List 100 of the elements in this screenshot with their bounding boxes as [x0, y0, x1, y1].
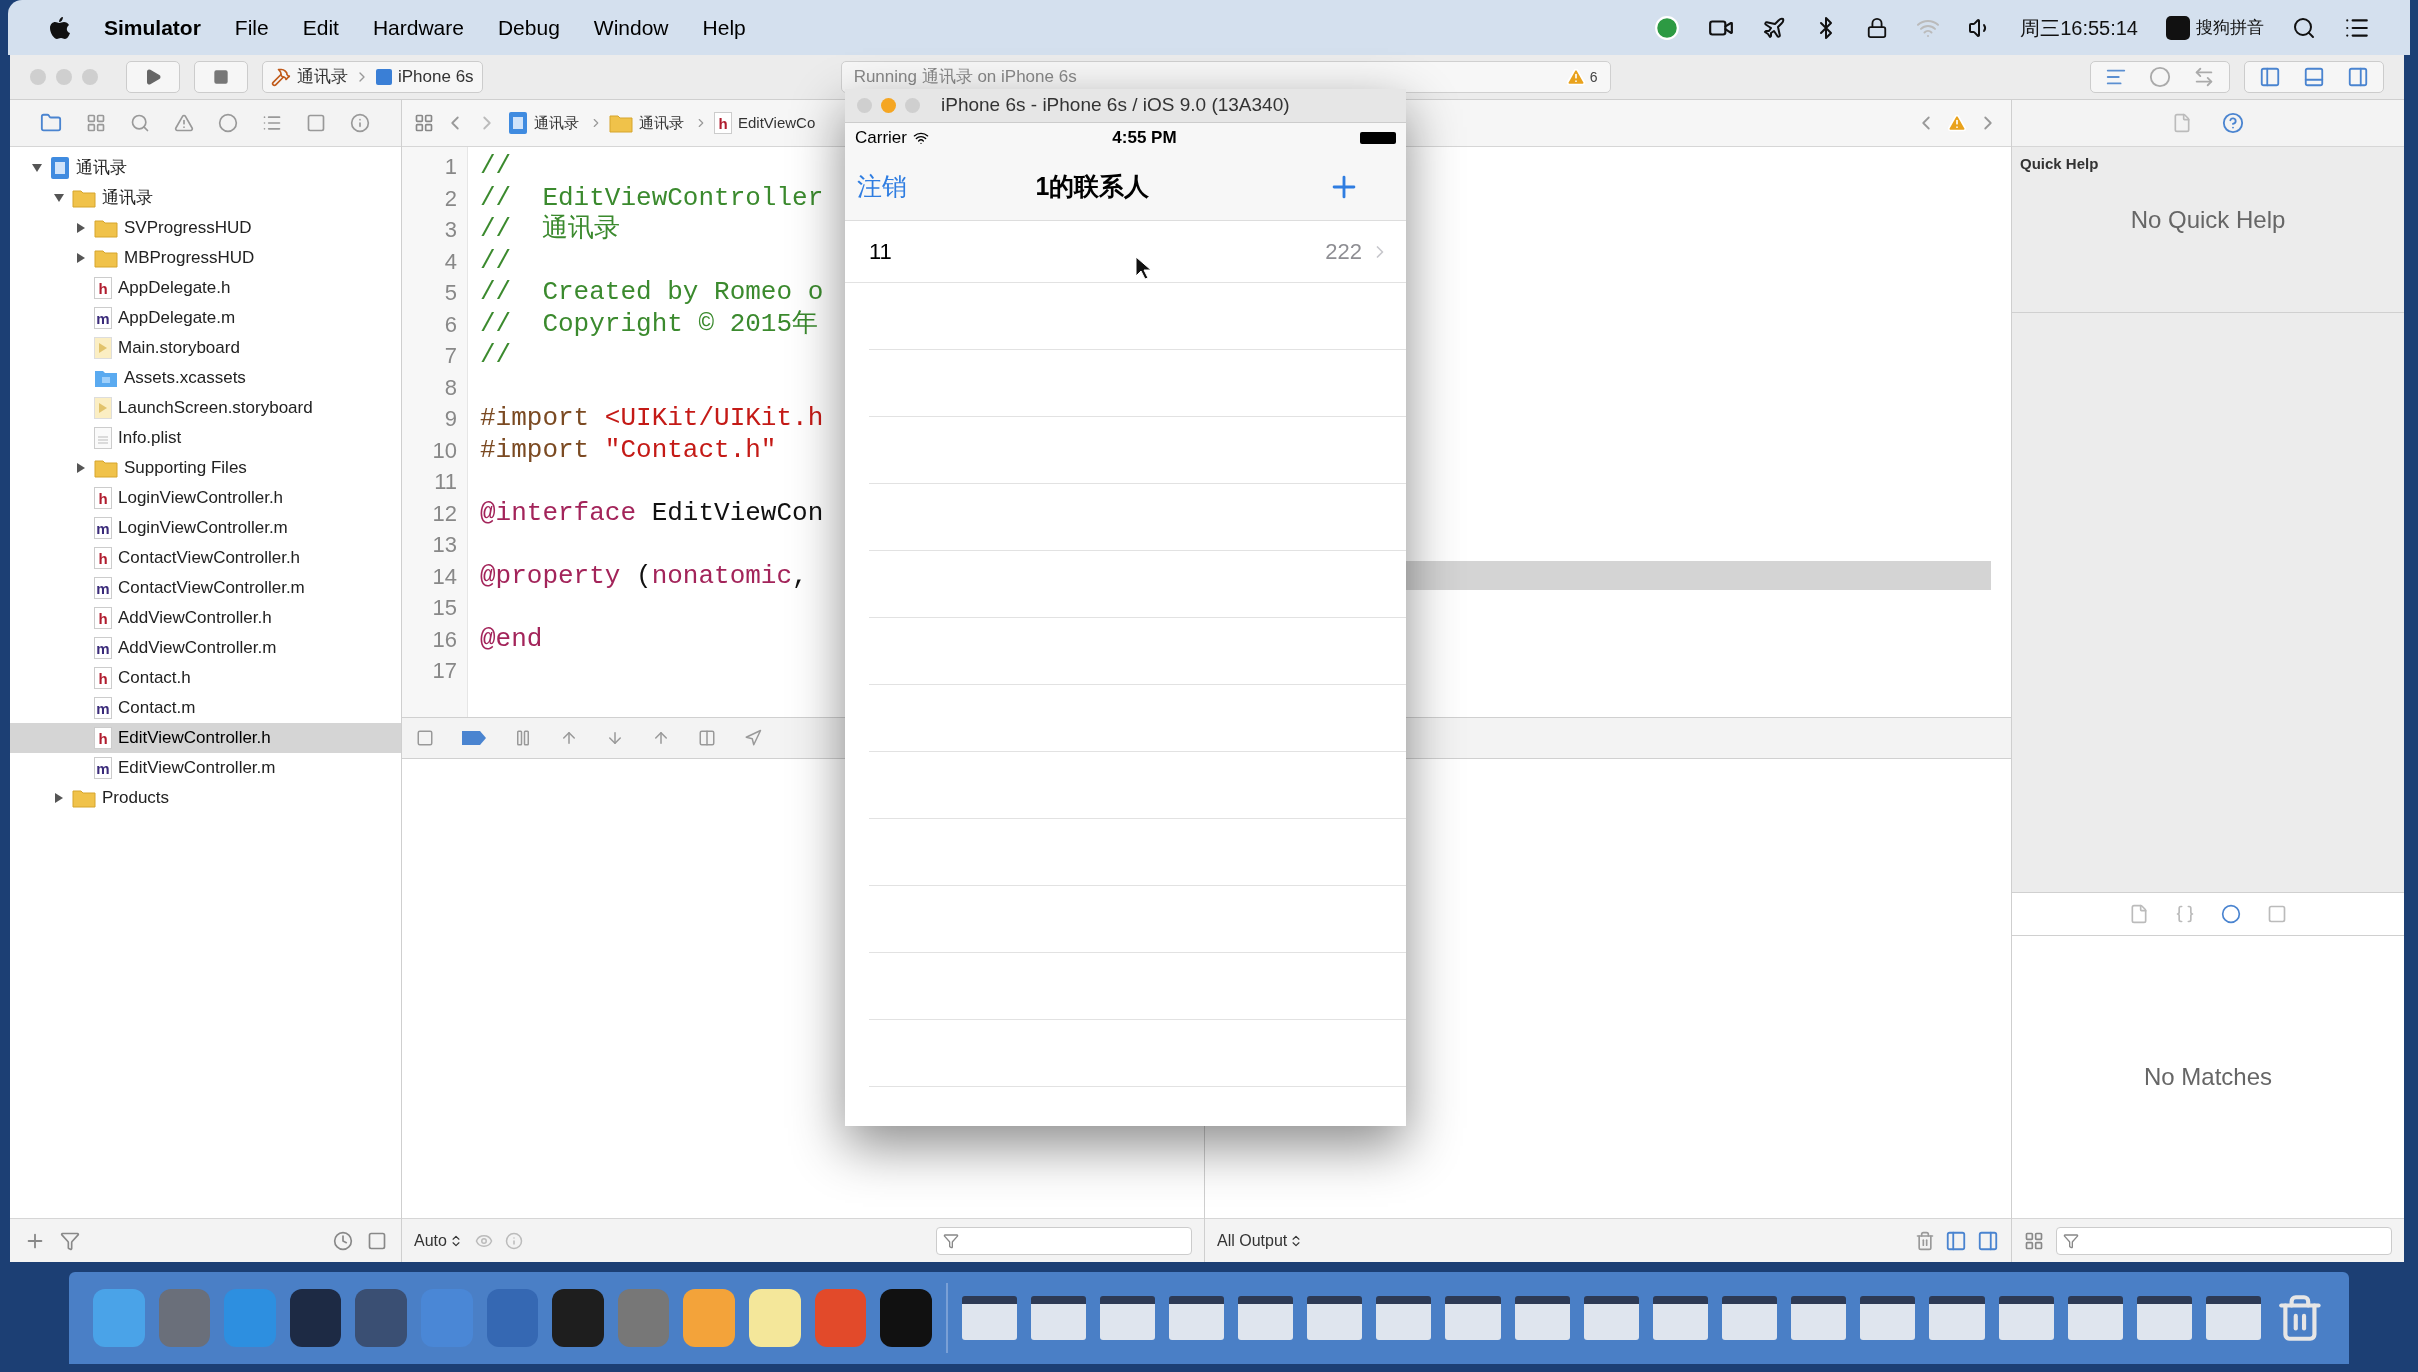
menu-clock[interactable]: 周三16:55:14 [2020, 12, 2138, 43]
window-thumbnail[interactable] [1998, 1296, 2054, 1340]
panel-right-icon[interactable] [1977, 1229, 1999, 1252]
view-debugger-icon[interactable] [698, 729, 716, 747]
navigator-item[interactable]: h ContactViewController.h [10, 543, 401, 573]
app-icon[interactable] [289, 1289, 342, 1347]
panel-left-icon[interactable] [2259, 66, 2281, 88]
navigator-item[interactable]: SVProgressHUD [10, 213, 401, 243]
input-method-icon[interactable] [2166, 15, 2190, 40]
menu-item[interactable]: Help [702, 11, 746, 44]
navigator-item[interactable]: h AddViewController.h [10, 603, 401, 633]
input-method-label[interactable]: 搜狗拼音 [2196, 14, 2264, 41]
apple-logo-icon[interactable] [48, 14, 70, 41]
menu-item[interactable]: Simulator [104, 11, 201, 44]
help-icon[interactable] [2222, 112, 2244, 134]
circle-icon[interactable] [218, 113, 238, 133]
clock-icon[interactable] [333, 1230, 353, 1251]
nav-left-button[interactable]: 注销 [857, 167, 957, 206]
step-into-icon[interactable] [606, 729, 624, 747]
grid-icon[interactable] [414, 113, 434, 133]
window-thumbnail[interactable] [2067, 1296, 2123, 1340]
navigator-item[interactable]: LaunchScreen.storyboard [10, 393, 401, 423]
window-thumbnail[interactable] [1238, 1296, 1294, 1340]
window-thumbnail[interactable] [1445, 1296, 1501, 1340]
navigator-item[interactable]: m Contact.m [10, 693, 401, 723]
disclosure-right-icon[interactable] [53, 792, 65, 804]
lock-icon[interactable] [1866, 16, 1889, 39]
disclosure-right-icon[interactable] [75, 462, 87, 474]
menu-item[interactable]: File [234, 11, 269, 44]
location-icon[interactable] [744, 729, 762, 747]
navigator-item[interactable]: Assets.xcassets [10, 363, 401, 393]
window-thumbnail[interactable] [961, 1296, 1017, 1340]
navigator-item[interactable]: m EditViewController.m [10, 753, 401, 783]
breadcrumb[interactable]: EditViewCo [738, 111, 816, 135]
menu-item[interactable]: Hardware [372, 11, 464, 44]
window-thumbnail[interactable] [1307, 1296, 1363, 1340]
breakpoint-icon[interactable] [462, 731, 486, 745]
grid-icon[interactable] [2024, 1230, 2044, 1251]
stop-button[interactable] [194, 61, 248, 93]
window-thumbnail[interactable] [1514, 1296, 1570, 1340]
window-thumbnail[interactable] [1376, 1296, 1432, 1340]
window-thumbnail[interactable] [1652, 1296, 1709, 1340]
navigator-item[interactable]: h LoginViewController.h [10, 483, 401, 513]
window-thumbnail[interactable] [1722, 1296, 1778, 1340]
device-name[interactable]: iPhone 6s [398, 64, 474, 90]
disclosure-right-icon[interactable] [75, 252, 87, 264]
menu-item[interactable]: Edit [302, 11, 339, 44]
grid-icon[interactable] [86, 113, 106, 133]
app-icon[interactable] [880, 1289, 932, 1347]
breadcrumb[interactable]: 通讯录 [534, 111, 579, 135]
filter-field[interactable] [936, 1226, 1192, 1255]
run-button[interactable] [126, 61, 180, 93]
panel-right-icon[interactable] [2347, 66, 2369, 88]
app-icon[interactable] [552, 1289, 604, 1347]
navigator-item[interactable]: m AppDelegate.m [10, 303, 401, 333]
output-selector[interactable]: All Output [1217, 1228, 1288, 1253]
folder-icon[interactable] [40, 112, 62, 134]
disclosure-right-icon[interactable] [75, 222, 87, 234]
navigator-item[interactable]: 通讯录 [10, 153, 401, 183]
navigator-item[interactable]: Info.plist [10, 423, 401, 453]
disclosure-down-icon[interactable] [31, 162, 43, 174]
disclosure-down-icon[interactable] [53, 192, 65, 204]
navigator-item[interactable]: MBProgressHUD [10, 243, 401, 273]
navigator-item[interactable]: Main.storyboard [10, 333, 401, 363]
menu-item[interactable]: Window [593, 11, 669, 44]
window-thumbnail[interactable] [2136, 1296, 2193, 1340]
menu-item[interactable]: Debug [497, 11, 560, 44]
warning-icon[interactable] [174, 113, 194, 133]
trash-icon[interactable] [1915, 1230, 1935, 1251]
scheme-name[interactable]: 通讯录 [297, 64, 348, 90]
scope-selector[interactable]: Auto [414, 1228, 447, 1253]
file-icon[interactable] [2129, 904, 2149, 924]
scheme-selector[interactable]: 通讯录 iPhone 6s [262, 61, 483, 93]
window-thumbnail[interactable] [1929, 1296, 1985, 1340]
navigator-item[interactable]: m ContactViewController.m [10, 573, 401, 603]
filter-icon[interactable] [60, 1230, 80, 1251]
info-icon[interactable] [504, 1231, 523, 1250]
panel-bottom-icon[interactable] [2303, 66, 2325, 88]
navigator-item[interactable]: h Contact.h [10, 663, 401, 693]
filter-field[interactable] [2056, 1226, 2392, 1255]
warning-count[interactable]: 6 [1589, 66, 1598, 88]
braces-icon[interactable] [2175, 904, 2195, 924]
app-icon[interactable] [748, 1289, 801, 1347]
search-icon[interactable] [2292, 15, 2316, 40]
window-thumbnail[interactable] [1030, 1296, 1086, 1340]
navigator-item[interactable]: m LoginViewController.m [10, 513, 401, 543]
window-thumbnail[interactable] [1583, 1296, 1639, 1340]
navigator-item[interactable]: h EditViewController.h [10, 723, 401, 753]
window-thumbnail[interactable] [1168, 1296, 1225, 1340]
navigator-item[interactable]: h AppDelegate.h [10, 273, 401, 303]
pause-icon[interactable] [514, 729, 532, 747]
breadcrumb[interactable]: 通讯录 [639, 111, 684, 135]
navigator-item[interactable]: Supporting Files [10, 453, 401, 483]
airplane-icon[interactable] [1762, 15, 1787, 40]
panel-left-icon[interactable] [1945, 1229, 1967, 1252]
play-circle-icon[interactable] [1654, 14, 1681, 41]
file-icon[interactable] [2172, 113, 2192, 133]
window-thumbnail[interactable] [1099, 1296, 1155, 1340]
window-thumbnail[interactable] [1860, 1296, 1916, 1340]
navigator-item[interactable]: Products [10, 783, 401, 813]
